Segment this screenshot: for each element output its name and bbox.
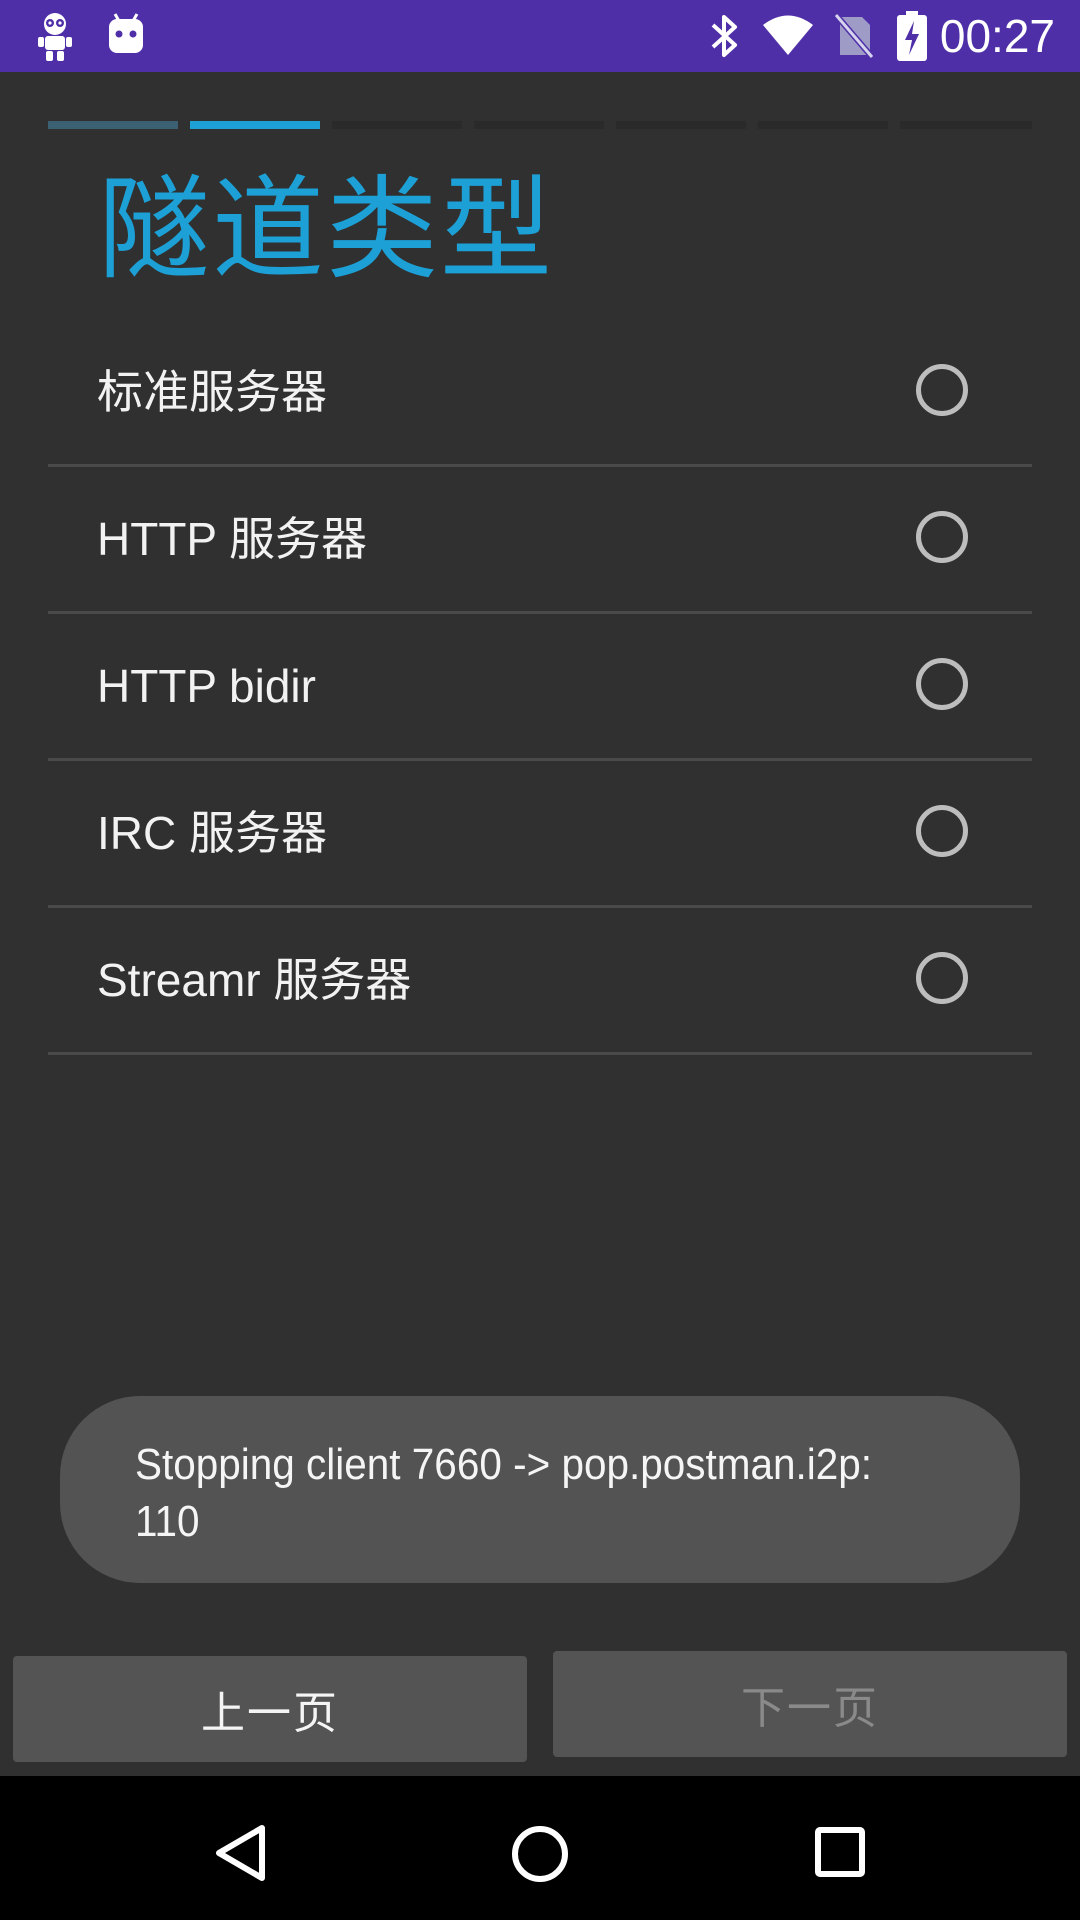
- battery-charging-icon: [897, 11, 927, 65]
- system-nav-bar: [0, 1776, 1080, 1920]
- radio-button[interactable]: [916, 658, 968, 710]
- home-icon[interactable]: [510, 1824, 570, 1888]
- progress-step-4: [474, 121, 604, 129]
- option-http-server[interactable]: HTTP 服务器: [48, 467, 1032, 614]
- option-label: HTTP 服务器: [97, 513, 368, 565]
- next-button[interactable]: 下一页: [553, 1651, 1067, 1757]
- back-icon[interactable]: [213, 1824, 267, 1886]
- option-streamr-server[interactable]: Streamr 服务器: [48, 908, 1032, 1055]
- radio-button[interactable]: [916, 511, 968, 563]
- progress-step-2: [190, 121, 320, 129]
- radio-button[interactable]: [916, 952, 968, 1004]
- app-robot-icon: [36, 12, 74, 66]
- previous-button[interactable]: 上一页: [13, 1656, 527, 1762]
- tunnel-type-list: 标准服务器 HTTP 服务器 HTTP bidir IRC 服务器 Stream…: [48, 320, 1032, 1055]
- progress-step-3: [332, 121, 462, 129]
- option-label: IRC 服务器: [97, 807, 327, 859]
- toast-text: Stopping client 7660 -> pop.postman.i2p:…: [135, 1440, 873, 1546]
- status-bar: 00:27: [0, 0, 1080, 72]
- android-icon: [107, 12, 145, 58]
- progress-step-1: [48, 121, 178, 129]
- option-label: 标准服务器: [97, 366, 327, 418]
- radio-button[interactable]: [916, 364, 968, 416]
- option-http-bidir[interactable]: HTTP bidir: [48, 614, 1032, 761]
- progress-step-7: [900, 121, 1032, 129]
- no-sim-icon: [833, 13, 875, 63]
- progress-step-5: [616, 121, 746, 129]
- toast-message: Stopping client 7660 -> pop.postman.i2p:…: [60, 1396, 1020, 1583]
- recents-icon[interactable]: [814, 1826, 866, 1882]
- clock: 00:27: [939, 10, 1055, 62]
- option-label: Streamr 服务器: [97, 954, 412, 1006]
- option-standard-server[interactable]: 标准服务器: [48, 320, 1032, 467]
- bluetooth-icon: [707, 13, 741, 63]
- wifi-icon: [762, 14, 814, 60]
- progress-step-6: [758, 121, 888, 129]
- page-title: 隧道类型: [98, 165, 554, 295]
- radio-button[interactable]: [916, 805, 968, 857]
- option-irc-server[interactable]: IRC 服务器: [48, 761, 1032, 908]
- option-label: HTTP bidir: [97, 660, 316, 712]
